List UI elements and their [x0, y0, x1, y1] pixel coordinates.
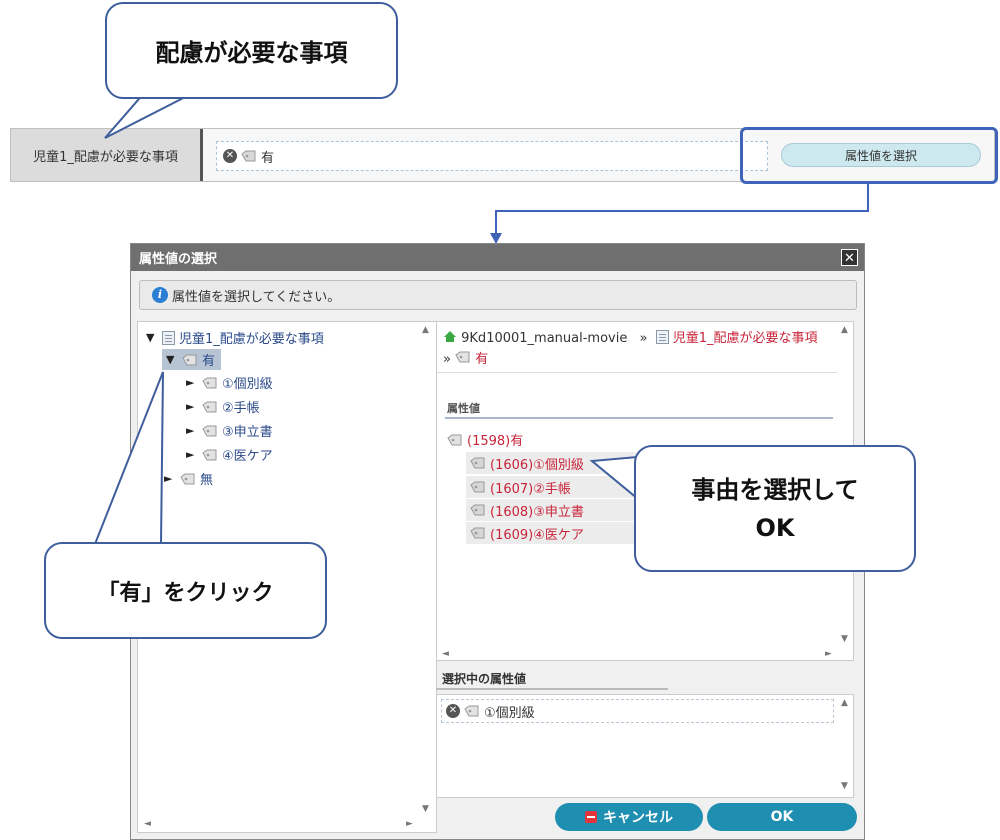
tag-icon [202, 401, 218, 413]
scroll-down-arrow[interactable]: ▼ [841, 634, 848, 644]
selected-values-pane: ✕ ①個別級 ▲ ▼ [436, 694, 854, 798]
callout-top-text: 配慮が必要な事項 [155, 39, 348, 67]
home-icon [444, 331, 456, 342]
close-icon[interactable]: ✕ [841, 249, 858, 266]
expand-icon[interactable]: ► [186, 376, 198, 389]
callout-tail-left [93, 371, 164, 546]
dialog-title-bar: 属性値の選択 ✕ [131, 244, 864, 271]
tree-child[interactable]: ► ②手帳 [186, 397, 260, 416]
tag-icon [202, 377, 218, 389]
attr-root-label: (1598)有 [467, 434, 524, 449]
cancel-button[interactable]: キャンセル [555, 803, 703, 831]
callout-top: 配慮が必要な事項 [105, 2, 398, 99]
document-icon [655, 330, 669, 344]
breadcrumb-divider [437, 372, 837, 373]
tree-child-label: ①個別級 [222, 377, 273, 392]
tree-sibling-label: 無 [200, 473, 214, 488]
field-value-text: 有 [261, 150, 275, 166]
expand-icon[interactable]: ► [186, 424, 198, 437]
tag-icon [202, 449, 218, 461]
breadcrumb-current[interactable]: 有 [475, 352, 488, 367]
info-text: 属性値を選択してください。 [172, 289, 341, 305]
attr-item-label: (1606)①個別級 [490, 457, 584, 473]
scroll-up-arrow[interactable]: ▲ [422, 325, 429, 335]
attr-item-label: (1609)④医ケア [490, 527, 584, 543]
ok-button[interactable]: OK [707, 803, 857, 831]
tag-icon [470, 527, 486, 539]
expand-icon[interactable]: ► [186, 448, 198, 461]
scroll-right-arrow[interactable]: ► [825, 649, 832, 659]
tree-child-label: ②手帳 [222, 401, 260, 416]
scroll-right-arrow[interactable]: ► [406, 819, 413, 829]
collapse-icon[interactable]: ▼ [166, 353, 178, 366]
selected-section-underline [436, 688, 668, 690]
tree-child[interactable]: ► ③申立書 [186, 421, 273, 440]
remove-icon[interactable]: ✕ [223, 149, 237, 163]
breadcrumb-parent[interactable]: 児童1_配慮が必要な事項 [673, 331, 818, 346]
attr-section-label: 属性値 [447, 402, 480, 415]
attr-item[interactable]: (1609)④医ケア [466, 522, 636, 545]
tag-icon [470, 504, 486, 516]
highlight-select-button [740, 127, 998, 184]
remove-icon[interactable]: ✕ [446, 704, 460, 718]
breadcrumb-separator: » [443, 352, 451, 367]
selected-value-label: ①個別級 [484, 705, 535, 721]
tag-icon [202, 425, 218, 437]
collapse-icon[interactable]: ▼ [146, 331, 158, 344]
tree-child-label: ④医ケア [222, 449, 273, 464]
info-icon: i [152, 287, 168, 303]
scroll-up-arrow[interactable]: ▲ [841, 325, 848, 335]
selected-section-label: 選択中の属性値 [442, 672, 527, 686]
tag-icon [464, 705, 480, 717]
cancel-icon [585, 811, 597, 823]
tree-root-label: 児童1_配慮が必要な事項 [179, 332, 324, 347]
dialog-title: 属性値の選択 [139, 252, 218, 267]
scroll-left-arrow[interactable]: ◄ [442, 649, 449, 659]
tag-icon [447, 434, 463, 446]
breadcrumb-home[interactable]: 9Kd10001_manual-movie [461, 331, 627, 346]
tag-icon [241, 150, 257, 162]
tree-child-label: ③申立書 [222, 425, 273, 440]
scroll-down-arrow[interactable]: ▼ [841, 781, 848, 791]
scroll-up-arrow[interactable]: ▲ [841, 698, 848, 708]
ok-button-label: OK [770, 809, 794, 825]
tag-icon [182, 354, 198, 366]
tag-icon [470, 457, 486, 469]
connector-arrow [490, 183, 869, 244]
tag-icon [470, 481, 486, 493]
attr-item-label: (1608)③申立書 [490, 504, 584, 520]
tree-item-selected[interactable]: ▼ 有 [162, 349, 222, 370]
attr-item-label: (1607)②手帳 [490, 481, 571, 497]
selected-value-chip[interactable]: ✕ ①個別級 [441, 699, 834, 723]
tree-child[interactable]: ► ①個別級 [186, 373, 273, 392]
attr-root[interactable]: (1598)有 [447, 430, 523, 449]
callout-right-line1: 事由を選択して [691, 475, 859, 504]
document-icon [162, 330, 175, 345]
tag-icon [455, 351, 471, 363]
callout-right: 事由を選択して OK [634, 445, 916, 572]
cancel-button-label: キャンセル [603, 810, 673, 826]
tree-child[interactable]: ► ④医ケア [186, 445, 273, 464]
callout-right-line2: OK [755, 513, 795, 542]
info-bar: i 属性値を選択してください。 [139, 280, 857, 310]
callout-left: 「有」をクリック [44, 542, 327, 639]
attr-section-underline [445, 417, 833, 419]
field-value-box[interactable]: ✕ 有 [216, 141, 768, 171]
scroll-left-arrow[interactable]: ◄ [144, 819, 151, 829]
tree-selected-label: 有 [202, 354, 216, 369]
tree-root[interactable]: ▼ 児童1_配慮が必要な事項 [146, 328, 324, 347]
breadcrumb: 9Kd10001_manual-movie » 児童1_配慮が必要な事項 » 有 [443, 328, 838, 370]
breadcrumb-separator: » [639, 331, 648, 346]
callout-left-text: 「有」をクリック [97, 580, 274, 606]
expand-icon[interactable]: ► [186, 400, 198, 413]
scroll-down-arrow[interactable]: ▼ [422, 804, 429, 814]
